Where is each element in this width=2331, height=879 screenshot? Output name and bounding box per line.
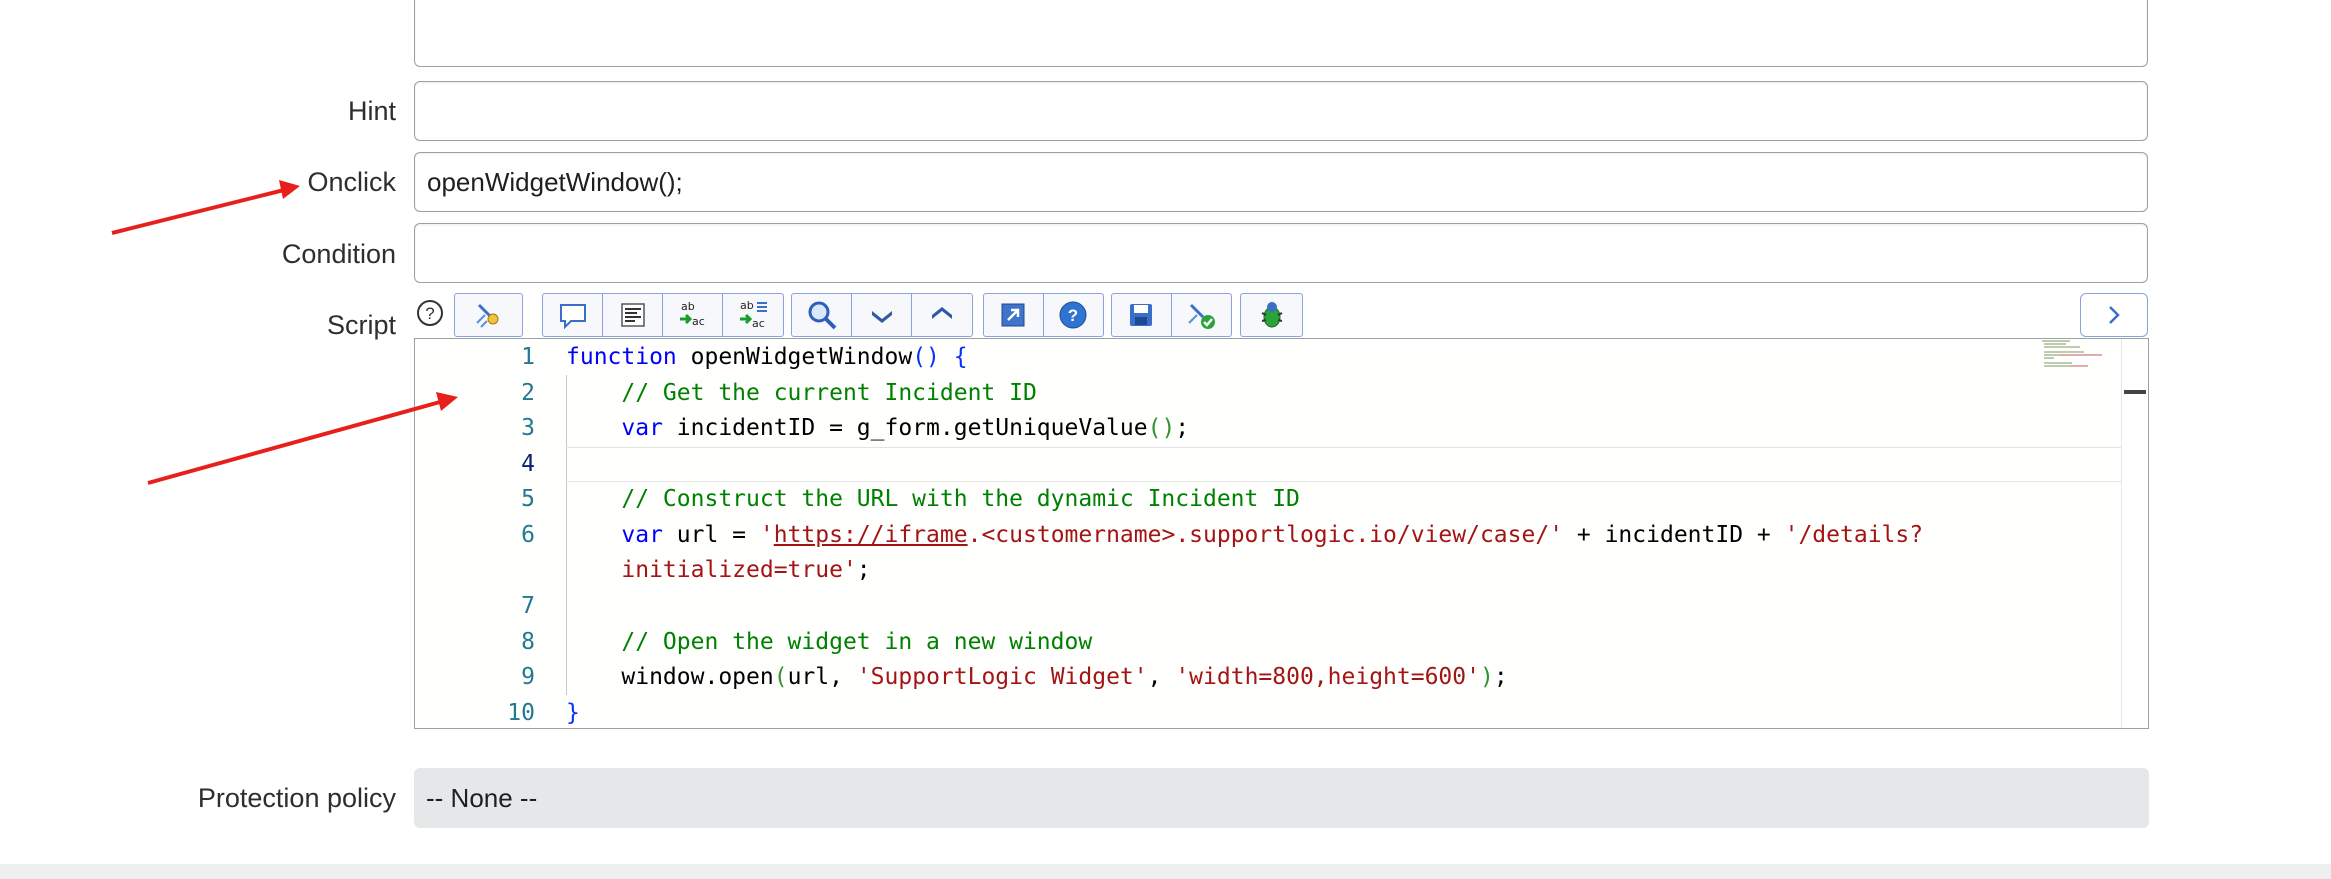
svg-text:?: ? <box>425 304 434 323</box>
line-number: 2 <box>521 380 535 406</box>
editor-scrollbar[interactable] <box>2121 339 2148 728</box>
script-wizard-button[interactable] <box>455 294 522 336</box>
line-number: 8 <box>521 629 535 655</box>
code-line-9: window.open(url, 'SupportLogic Widget', … <box>621 664 1508 690</box>
replace-all-icon: ab ac <box>739 299 767 330</box>
comment-icon <box>559 304 586 330</box>
replace-all-button[interactable]: ab ac <box>723 294 783 336</box>
code-line-3: var incidentID = g_form.getUniqueValue()… <box>621 415 1190 441</box>
save-button[interactable] <box>1112 294 1172 336</box>
line-number: 10 <box>507 700 535 726</box>
script-label: Script <box>326 310 396 340</box>
toolbar-group-save <box>1111 293 1232 337</box>
protection-policy-select[interactable]: -- None -- <box>414 768 2149 828</box>
search-icon <box>808 301 836 330</box>
footer-strip <box>0 864 2331 879</box>
code-content: function openWidgetWindow() { // Get the… <box>566 339 2148 728</box>
onclick-input[interactable]: openWidgetWindow(); <box>414 152 2148 212</box>
protection-policy-label: Protection policy <box>197 783 396 813</box>
toolbar-group-edit: ab ac ab ac <box>542 293 784 337</box>
svg-text:?: ? <box>1068 306 1078 325</box>
search-button[interactable] <box>792 294 852 336</box>
code-line-5: // Construct the URL with the dynamic In… <box>621 486 1300 512</box>
help-icon: ? <box>1059 301 1087 329</box>
description-textarea[interactable] <box>414 0 2148 67</box>
toolbar-group-debug <box>1240 293 1303 337</box>
hint-input[interactable] <box>414 81 2148 141</box>
script-wizard-icon <box>475 303 498 328</box>
line-number: 5 <box>521 486 535 512</box>
script-editor[interactable]: 1 2 3 4 5 6 7 8 9 10 function openWidget… <box>414 338 2149 729</box>
line-number: 1 <box>521 344 535 370</box>
code-line-2: // Get the current Incident ID <box>621 380 1037 406</box>
debug-button[interactable] <box>1241 294 1302 336</box>
chevron-down-icon <box>871 311 892 323</box>
toolbar-group-wizard <box>454 293 523 337</box>
find-previous-button[interactable] <box>912 294 972 336</box>
line-number-active: 4 <box>521 451 535 477</box>
line-number-gutter: 1 2 3 4 5 6 7 8 9 10 <box>415 339 535 728</box>
code-line-6-wrap: initialized=true'; <box>621 557 871 583</box>
comment-button[interactable] <box>543 294 603 336</box>
check-syntax-icon <box>1188 303 1216 329</box>
chevron-right-icon <box>2109 306 2120 324</box>
code-line-6: var url = 'https://iframe.<customername>… <box>621 522 1924 548</box>
arrow-to-script <box>147 392 458 485</box>
hint-label: Hint <box>347 96 396 126</box>
line-number: 3 <box>521 415 535 441</box>
code-line-8: // Open the widget in a new window <box>621 629 1093 655</box>
toolbar-group-view: ? <box>983 293 1104 337</box>
arrow-to-onclick <box>111 180 300 235</box>
check-syntax-button[interactable] <box>1172 294 1231 336</box>
svg-text:ac: ac <box>692 315 705 328</box>
find-next-button[interactable] <box>852 294 912 336</box>
svg-text:ab: ab <box>681 300 695 313</box>
condition-label: Condition <box>281 239 396 269</box>
url-link[interactable]: https://iframe <box>774 522 968 548</box>
code-line-1: function openWidgetWindow() { <box>566 344 968 370</box>
line-number: 9 <box>521 664 535 690</box>
format-icon <box>620 303 645 327</box>
save-icon <box>1130 304 1153 326</box>
line-number: 7 <box>521 593 535 619</box>
help-button[interactable]: ? <box>1044 294 1103 336</box>
line-number: 6 <box>521 522 535 548</box>
replace-button[interactable]: ab ac <box>663 294 723 336</box>
expand-panel-button[interactable] <box>2080 293 2148 337</box>
debug-icon <box>1261 302 1282 328</box>
format-button[interactable] <box>603 294 663 336</box>
code-line-10: } <box>566 700 580 726</box>
question-circle-icon[interactable]: ? <box>416 299 444 327</box>
scrollbar-thumb-marker[interactable] <box>2124 390 2146 394</box>
fullscreen-button[interactable] <box>984 294 1044 336</box>
svg-text:ab: ab <box>740 299 754 312</box>
fullscreen-icon <box>1001 303 1025 327</box>
onclick-label: Onclick <box>307 167 396 197</box>
code-minimap[interactable] <box>2040 339 2120 728</box>
replace-icon: ab ac <box>679 300 705 328</box>
condition-input[interactable] <box>414 223 2148 283</box>
svg-text:ac: ac <box>752 317 765 330</box>
toolbar-group-search <box>791 293 973 337</box>
chevron-up-icon <box>931 307 952 319</box>
